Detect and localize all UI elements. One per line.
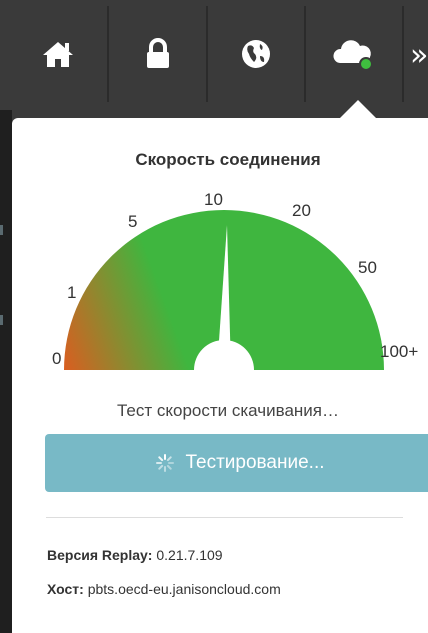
more-icon[interactable]: » [410,38,428,73]
host-value: pbts.oecd-eu.janisoncloud.com [87,581,281,597]
panel-title: Скорость соединения [135,150,321,169]
gauge-label-0: 0 [52,349,61,368]
testing-button[interactable]: Тестирование... [45,434,428,492]
gauge-label-100: 100+ [380,342,418,361]
version-label: Версия Replay: [47,547,153,563]
connection-button[interactable] [306,6,402,102]
lock-button[interactable] [110,6,206,102]
toolbar: » [0,0,428,110]
divider [46,517,403,518]
status-text: Тест скорости скачивания… [116,401,340,420]
testing-button-label: Тестирование... [185,452,325,473]
version-value: 0.21.7.109 [156,547,223,563]
panel-pointer [340,100,376,118]
host-info: Хост: pbts.oecd-eu.janisoncloud.com [47,581,281,597]
spinner-icon [155,453,175,473]
home-icon [43,42,73,67]
home-button[interactable] [10,6,106,102]
lock-icon [147,38,169,68]
gauge-label-1: 1 [67,283,76,302]
globe-icon [242,40,270,68]
gauge-label-10: 10 [204,190,223,209]
gauge-label-20: 20 [292,201,311,220]
gauge-label-50: 50 [358,258,377,277]
version-info: Версия Replay: 0.21.7.109 [47,547,223,563]
connection-panel: Скорость соединения 0 1 5 10 20 50 100+ … [12,118,428,633]
speed-gauge: 0 1 5 10 20 50 100+ [52,190,418,370]
globe-button[interactable] [208,6,304,102]
gauge-label-5: 5 [128,212,137,231]
cloud-status-icon [333,40,373,71]
background-edge [0,110,12,633]
host-label: Хост: [47,581,84,597]
